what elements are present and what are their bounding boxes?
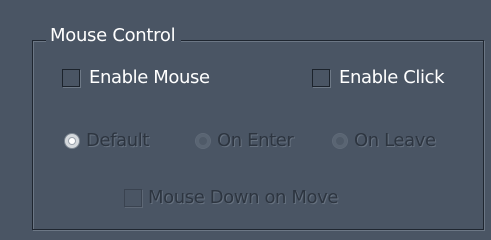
radio-unselected-icon[interactable] xyxy=(195,133,211,149)
radio-default[interactable]: Default xyxy=(64,130,149,152)
radio-default-label: Default xyxy=(86,130,149,151)
checkbox-box[interactable] xyxy=(62,69,80,87)
enable-mouse-label: Enable Mouse xyxy=(89,67,210,88)
checkbox-box[interactable] xyxy=(312,69,330,87)
mouse-down-on-move-label: Mouse Down on Move xyxy=(148,187,339,208)
mouse-down-on-move-checkbox[interactable]: Mouse Down on Move xyxy=(124,187,338,209)
radio-on-leave[interactable]: On Leave xyxy=(332,130,436,152)
radio-on-enter[interactable]: On Enter xyxy=(195,130,294,152)
groupbox-title: Mouse Control xyxy=(46,24,182,48)
radio-on-leave-label: On Leave xyxy=(354,130,436,151)
radio-unselected-icon[interactable] xyxy=(332,133,348,149)
enable-click-label: Enable Click xyxy=(339,67,445,88)
enable-mouse-checkbox[interactable]: Enable Mouse xyxy=(62,67,210,89)
enable-click-checkbox[interactable]: Enable Click xyxy=(312,67,445,89)
radio-on-enter-label: On Enter xyxy=(217,130,294,151)
checkbox-box[interactable] xyxy=(124,189,142,207)
radio-selected-icon[interactable] xyxy=(64,133,80,149)
